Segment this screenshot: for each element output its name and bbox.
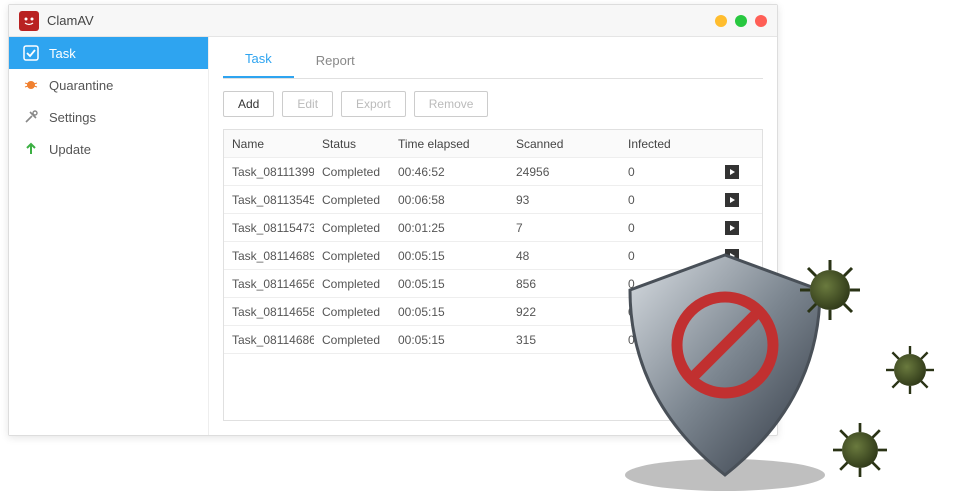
cell-action [712, 165, 752, 179]
check-icon [23, 45, 39, 61]
cell-time: 00:05:15 [390, 249, 508, 263]
cell-action [712, 249, 752, 263]
sidebar-item-settings[interactable]: Settings [9, 101, 208, 133]
table-header: Name Status Time elapsed Scanned Infecte… [224, 130, 762, 158]
col-infected[interactable]: Infected [620, 137, 712, 151]
cell-time: 00:05:15 [390, 277, 508, 291]
toolbar: Add Edit Export Remove [223, 79, 763, 129]
cell-name: Task_081146899 [224, 249, 314, 263]
cell-name: Task_081146868 [224, 333, 314, 347]
cell-infected: 0 [620, 193, 712, 207]
sidebar-item-label: Quarantine [49, 78, 113, 93]
cell-scanned: 856 [508, 277, 620, 291]
tools-icon [23, 109, 39, 125]
cell-time: 00:06:58 [390, 193, 508, 207]
play-icon[interactable] [725, 165, 739, 179]
cell-scanned: 7 [508, 221, 620, 235]
minimize-button[interactable] [715, 15, 727, 27]
sidebar-item-label: Settings [49, 110, 96, 125]
col-name[interactable]: Name [224, 137, 314, 151]
cell-action [712, 221, 752, 235]
table-row[interactable]: Task_081146868Completed00:05:153150 [224, 326, 762, 354]
cell-time: 00:05:15 [390, 333, 508, 347]
edit-button[interactable]: Edit [282, 91, 333, 117]
titlebar: ClamAV [9, 5, 777, 37]
cell-name: Task_081146564 [224, 277, 314, 291]
cell-status: Completed [314, 333, 390, 347]
tabs: Task Report [223, 37, 763, 79]
play-icon[interactable] [725, 277, 739, 291]
remove-button[interactable]: Remove [414, 91, 489, 117]
cell-status: Completed [314, 249, 390, 263]
main-panel: Task Report Add Edit Export Remove Name … [209, 37, 777, 435]
table-row[interactable]: Task_081146564Completed00:05:158560 [224, 270, 762, 298]
sidebar-item-update[interactable]: Update [9, 133, 208, 165]
tab-task[interactable]: Task [223, 41, 294, 78]
cell-scanned: 922 [508, 305, 620, 319]
table-row[interactable]: Task_081146586Completed00:05:159220 [224, 298, 762, 326]
arrow-up-icon [23, 141, 39, 157]
cell-scanned: 315 [508, 333, 620, 347]
cell-infected: 0 [620, 249, 712, 263]
play-icon[interactable] [725, 193, 739, 207]
cell-scanned: 48 [508, 249, 620, 263]
cell-infected: 0 [620, 305, 712, 319]
col-scanned[interactable]: Scanned [508, 137, 620, 151]
cell-infected: 0 [620, 333, 712, 347]
cell-status: Completed [314, 165, 390, 179]
window-body: Task Quarantine Settings Update [9, 37, 777, 435]
add-button[interactable]: Add [223, 91, 274, 117]
sidebar-item-quarantine[interactable]: Quarantine [9, 69, 208, 101]
tab-report[interactable]: Report [294, 43, 377, 78]
cell-status: Completed [314, 221, 390, 235]
table-row[interactable]: Task_081146899Completed00:05:15480 [224, 242, 762, 270]
cell-name: Task_081135450 [224, 193, 314, 207]
cell-status: Completed [314, 305, 390, 319]
table-row[interactable]: Task_08111399Completed00:46:52249560 [224, 158, 762, 186]
cell-time: 00:05:15 [390, 305, 508, 319]
cell-scanned: 93 [508, 193, 620, 207]
window-controls [715, 15, 767, 27]
app-title: ClamAV [47, 13, 94, 28]
cell-name: Task_081154734 [224, 221, 314, 235]
table-row[interactable]: Task_081135450Completed00:06:58930 [224, 186, 762, 214]
sidebar: Task Quarantine Settings Update [9, 37, 209, 435]
cell-action [712, 193, 752, 207]
bug-icon [23, 77, 39, 93]
cell-infected: 0 [620, 221, 712, 235]
cell-action [712, 277, 752, 291]
play-icon[interactable] [725, 249, 739, 263]
cell-time: 00:46:52 [390, 165, 508, 179]
maximize-button[interactable] [735, 15, 747, 27]
cell-infected: 0 [620, 277, 712, 291]
cell-scanned: 24956 [508, 165, 620, 179]
close-button[interactable] [755, 15, 767, 27]
app-icon [19, 11, 39, 31]
cell-infected: 0 [620, 165, 712, 179]
app-window: ClamAV Task Quarantine [8, 4, 778, 436]
export-button[interactable]: Export [341, 91, 406, 117]
sidebar-item-label: Update [49, 142, 91, 157]
col-status[interactable]: Status [314, 137, 390, 151]
cell-time: 00:01:25 [390, 221, 508, 235]
col-time[interactable]: Time elapsed [390, 137, 508, 151]
cell-status: Completed [314, 193, 390, 207]
sidebar-item-task[interactable]: Task [9, 37, 208, 69]
task-table: Name Status Time elapsed Scanned Infecte… [223, 129, 763, 421]
cell-name: Task_08111399 [224, 165, 314, 179]
cell-name: Task_081146586 [224, 305, 314, 319]
table-row[interactable]: Task_081154734Completed00:01:2570 [224, 214, 762, 242]
cell-status: Completed [314, 277, 390, 291]
play-icon[interactable] [725, 221, 739, 235]
sidebar-item-label: Task [49, 46, 76, 61]
